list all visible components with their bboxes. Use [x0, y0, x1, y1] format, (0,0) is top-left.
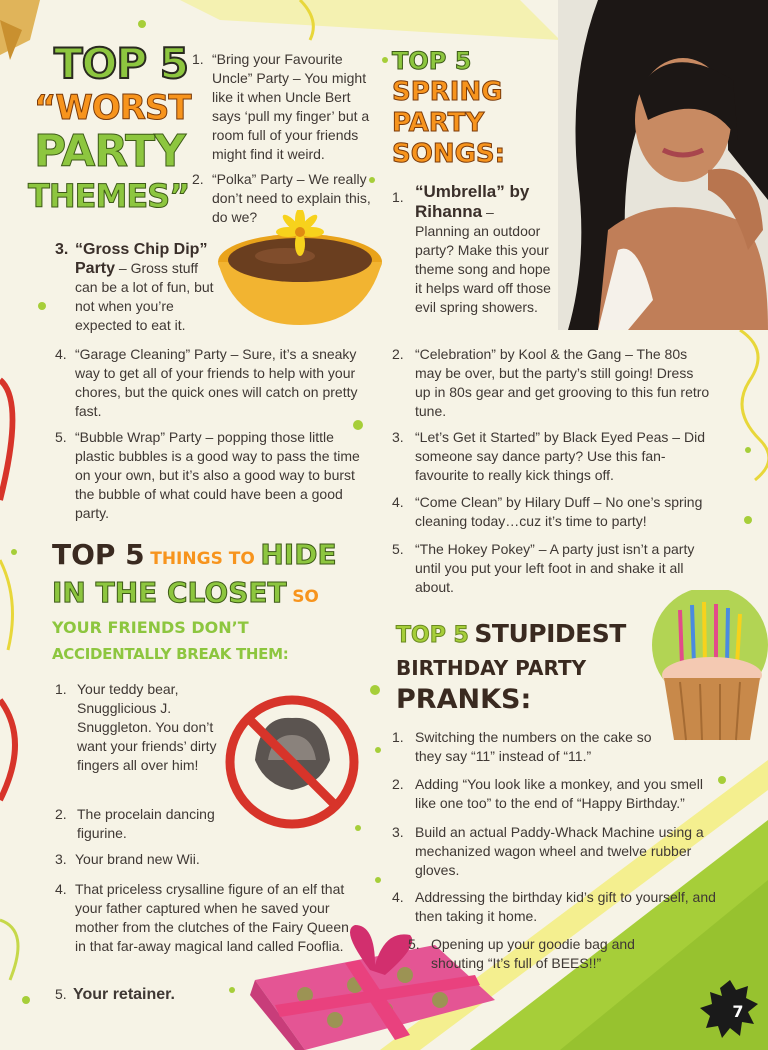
closet-item-3: 3. Your brand new Wii. — [55, 850, 355, 869]
spring-heading-top5: TOP 5 — [392, 47, 472, 76]
item-number: 4. — [392, 889, 404, 905]
closet-heading-so: SO — [292, 587, 319, 607]
item-number: 1. — [392, 729, 404, 745]
item-text: “Bring your Favourite Uncle” Party – You… — [212, 51, 370, 162]
page-number: 7 — [732, 1002, 744, 1021]
item-number: 1. — [192, 51, 204, 67]
worst-item-1: 1. “Bring your Favourite Uncle” Party – … — [192, 50, 372, 164]
pranks-heading-top5: TOP 5 — [396, 623, 470, 649]
item-text: Adding “You look like a monkey, and you … — [415, 776, 703, 811]
item-number: 2. — [192, 171, 204, 187]
item-number: 3. — [55, 851, 67, 867]
item-text: Switching the numbers on the cake so the… — [415, 729, 652, 764]
item-number: 2. — [392, 776, 404, 792]
item-number: 2. — [55, 806, 67, 822]
item-number: 1. — [55, 681, 67, 697]
item-text: “Garage Cleaning” Party – Sure, it’s a s… — [75, 346, 358, 419]
closet-item-2: 2. The procelain dancing figurine. — [55, 805, 220, 843]
spring-item-4: 4. “Come Clean” by Hilary Duff – No one’… — [392, 493, 712, 531]
prank-item-3: 3. Build an actual Paddy-Whack Machine u… — [392, 823, 717, 880]
closet-item-5: 5. Your retainer. — [55, 985, 255, 1004]
item-number: 3. — [392, 824, 404, 840]
item-text: “The Hokey Pokey” – A party just isn’t a… — [415, 541, 695, 595]
item-number: 4. — [392, 494, 404, 510]
item-text: Build an actual Paddy-Whack Machine usin… — [415, 824, 704, 878]
item-number: 1. — [392, 189, 404, 205]
closet-heading-hide: HIDE — [260, 538, 337, 572]
item-text: “Come Clean” by Hilary Duff – No one’s s… — [415, 494, 703, 529]
worst-item-5: 5. “Bubble Wrap” Party – popping those l… — [55, 428, 360, 523]
item-text: Your teddy bear, Snugglicious J. Snuggle… — [77, 681, 217, 773]
item-number: 4. — [55, 346, 67, 362]
item-title: “Umbrella” by Rihanna — [415, 182, 530, 221]
prank-item-5: 5. Opening up your goodie bag and shouti… — [408, 935, 658, 973]
item-text: “Bubble Wrap” Party – popping those litt… — [75, 429, 360, 521]
worst-themes-heading: TOP 5 “WORST PARTY THEMES” — [28, 39, 193, 218]
heading-party: PARTY — [34, 126, 187, 177]
prank-item-4: 4. Addressing the birthday kid’s gift to… — [392, 888, 717, 926]
item-number: 4. — [55, 881, 67, 897]
item-number: 3. — [392, 429, 404, 445]
heading-worst: “WORST — [34, 88, 193, 129]
item-number: 3. — [55, 241, 69, 258]
spring-heading-party: PARTY — [392, 108, 485, 139]
item-text: Addressing the birthday kid’s gift to yo… — [415, 889, 716, 924]
worst-item-3: 3. “Gross Chip Dip” Party – Gross stuff … — [55, 240, 215, 335]
item-number: 5. — [392, 541, 404, 557]
chip-dip-bowl-image — [218, 210, 382, 325]
item-text: The procelain dancing figurine. — [77, 806, 215, 841]
worst-item-4: 4. “Garage Cleaning” Party – Sure, it’s … — [55, 345, 360, 421]
spring-heading-spring: SPRING — [392, 77, 504, 108]
pranks-heading-stupidest: STUPIDEST — [474, 619, 626, 648]
heading-top5: TOP 5 — [53, 39, 190, 88]
pranks-heading: TOP 5 STUPIDEST BIRTHDAY PARTY PRANKS: — [396, 618, 666, 717]
spring-item-1: 1. “Umbrella” by Rihanna – Planning an o… — [392, 182, 552, 317]
item-number: 2. — [392, 346, 404, 362]
spring-item-3: 3. “Let’s Get it Started” by Black Eyed … — [392, 428, 712, 485]
spring-item-5: 5. “The Hokey Pokey” – A party just isn’… — [392, 540, 717, 597]
item-number: 5. — [408, 936, 420, 952]
singer-photo — [558, 0, 768, 330]
item-number: 5. — [55, 429, 67, 445]
closet-heading-top5: TOP 5 — [52, 538, 145, 571]
closet-heading-line3: YOUR FRIENDS DON’T — [52, 618, 249, 637]
item-number: 5. — [55, 986, 67, 1002]
spring-heading-songs: SONGS: — [392, 139, 506, 170]
prank-item-1: 1. Switching the numbers on the cake so … — [392, 728, 652, 766]
item-text: Your brand new Wii. — [75, 851, 200, 867]
closet-heading: TOP 5 THINGS TO HIDE IN THE CLOSET SO YO… — [52, 538, 382, 666]
spring-item-2: 2. “Celebration” by Kool & the Gang – Th… — [392, 345, 712, 421]
item-text: “Let’s Get it Started” by Black Eyed Pea… — [415, 429, 705, 483]
pranks-heading-line3: PRANKS: — [396, 684, 532, 715]
closet-heading-line4: ACCIDENTALLY BREAK THEM: — [52, 645, 289, 663]
pranks-heading-line2: BIRTHDAY PARTY — [396, 656, 587, 680]
no-retainer-image — [225, 695, 359, 829]
prank-item-2: 2. Adding “You look like a monkey, and y… — [392, 775, 712, 813]
item-text: Opening up your goodie bag and shouting … — [431, 936, 635, 971]
item-text: “Celebration” by Kool & the Gang – The 8… — [415, 346, 710, 419]
spring-songs-heading: TOP 5 SPRING PARTY SONGS: — [392, 46, 562, 170]
item-text: Your retainer. — [73, 986, 175, 1003]
closet-heading-in-closet: IN THE CLOSET — [52, 576, 288, 610]
closet-item-1: 1. Your teddy bear, Snugglicious J. Snug… — [55, 680, 220, 775]
closet-heading-things: THINGS TO — [150, 549, 255, 569]
heading-themes: THEMES” — [28, 177, 191, 216]
